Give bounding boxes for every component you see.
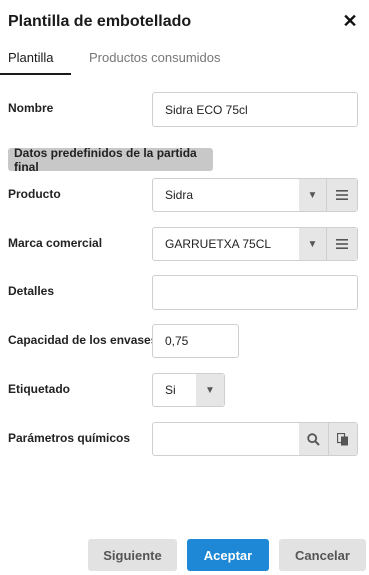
capacidad-value: 0,75 — [165, 334, 189, 348]
accept-button-label: Aceptar — [203, 547, 253, 563]
search-icon — [307, 432, 320, 446]
etiquetado-label: Etiquetado — [8, 382, 70, 396]
list-icon — [336, 239, 348, 249]
list-icon — [336, 190, 348, 200]
tab-plantilla[interactable]: Plantilla — [8, 50, 54, 65]
parametros-quimicos-label: Parámetros químicos — [8, 431, 131, 445]
nombre-input[interactable]: Sidra ECO 75cl — [152, 92, 358, 127]
section-header-partida-final: Datos predefinidos de la partida final — [8, 145, 213, 174]
detalles-label: Detalles — [8, 284, 55, 298]
detalles-input[interactable] — [152, 275, 358, 310]
section-title: Datos predefinidos de la partida final — [14, 145, 197, 174]
caret-down-icon: ▼ — [205, 384, 215, 396]
copy-button[interactable] — [329, 423, 357, 455]
cancel-button-label: Cancelar — [295, 547, 350, 563]
nombre-value: Sidra ECO 75cl — [165, 102, 248, 117]
close-icon[interactable]: ✕ — [341, 11, 359, 31]
etiquetado-value: Si — [165, 383, 176, 397]
marca-comercial-label: Marca comercial — [8, 236, 103, 250]
next-button-label: Siguiente — [103, 547, 162, 563]
capacidad-envases-label: Capacidad de los envases — [8, 333, 158, 347]
producto-dropdown-button[interactable]: ▼ — [299, 179, 326, 211]
next-button[interactable]: Siguiente — [88, 539, 177, 571]
producto-list-button[interactable] — [327, 179, 357, 211]
caret-down-icon: ▼ — [307, 189, 318, 201]
producto-label: Producto — [8, 187, 61, 201]
accept-button[interactable]: Aceptar — [187, 539, 269, 571]
copy-icon — [337, 432, 348, 445]
tab-productos-consumidos[interactable]: Productos consumidos — [89, 50, 221, 65]
marca-list-button[interactable] — [327, 228, 357, 260]
marca-dropdown-button[interactable]: ▼ — [299, 228, 326, 260]
capacidad-envases-input[interactable]: 0,75 — [152, 324, 239, 358]
active-tab-indicator — [0, 73, 71, 75]
cancel-button[interactable]: Cancelar — [279, 539, 366, 571]
marca-comercial-value: GARRUETXA 75CL — [165, 237, 272, 251]
search-button[interactable] — [299, 423, 328, 455]
caret-down-icon: ▼ — [307, 238, 318, 250]
dialog-title: Plantilla de embotellado — [8, 13, 192, 30]
etiquetado-dropdown-button[interactable]: ▼ — [196, 374, 224, 406]
nombre-label: Nombre — [8, 101, 54, 115]
producto-value: Sidra — [165, 188, 194, 202]
